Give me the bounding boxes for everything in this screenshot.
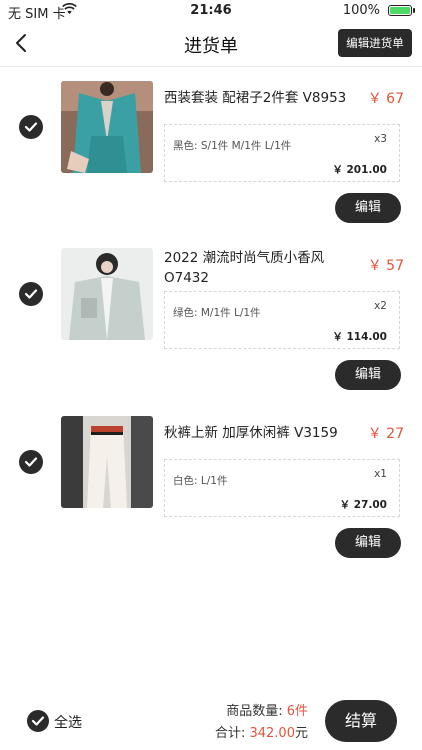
checkmark-icon (31, 716, 45, 726)
order-item: 2022 潮流时尚气质小香风 O7432 ￥ 57 绿色: M/1件 L/1件 … (0, 248, 422, 418)
quantity: x1 (374, 468, 387, 480)
item-count-label: 商品数量: (226, 704, 287, 719)
item-count-value: 6件 (286, 704, 308, 719)
total-unit: 元 (294, 726, 308, 741)
status-bar: 无 SIM 卡 21:46 100% (0, 0, 422, 22)
select-all-label: 全选 (54, 715, 82, 731)
edit-item-button[interactable]: 编辑 (335, 360, 401, 390)
item-checkbox[interactable] (19, 282, 43, 306)
quantity: x2 (374, 300, 387, 312)
battery-icon (388, 5, 415, 16)
quantity: x3 (374, 133, 387, 145)
checkmark-icon (24, 289, 38, 299)
subtotal: ￥ 114.00 (332, 331, 387, 343)
spec-label: 白色: L/1件 (173, 475, 228, 487)
product-image[interactable] (61, 81, 153, 173)
product-name: 秋裤上新 加厚休闲裤 V3159 (164, 425, 338, 441)
edit-order-button[interactable]: 编辑进货单 (338, 29, 412, 57)
product-image[interactable] (61, 416, 153, 508)
product-name: 西装套装 配裙子2件套 V8953 (164, 90, 347, 106)
battery-percentage: 100% (342, 3, 380, 18)
order-total: 合计: 342.00元 (215, 722, 308, 741)
checkmark-icon (24, 122, 38, 132)
checkout-bar: 全选 商品数量: 6件 合计: 342.00元 结算 (0, 686, 422, 750)
product-name: 2022 潮流时尚气质小香风 O7432 (164, 250, 325, 286)
total-value: 342.00 (249, 726, 295, 741)
product-price: ￥ 57 (367, 258, 404, 274)
total-label: 合计: (214, 726, 250, 741)
item-checkbox[interactable] (19, 115, 43, 139)
edit-item-button[interactable]: 编辑 (335, 193, 401, 223)
select-all-checkbox[interactable] (27, 710, 49, 732)
order-item: 西装套装 配裙子2件套 V8953 ￥ 67 黑色: S/1件 M/1件 L/1… (0, 81, 422, 251)
subtotal: ￥ 201.00 (332, 164, 387, 176)
spec-label: 黑色: S/1件 M/1件 L/1件 (173, 140, 292, 152)
subtotal: ￥ 27.00 (339, 499, 387, 511)
order-item: 秋裤上新 加厚休闲裤 V3159 ￥ 27 白色: L/1件 x1 ￥ 27.0… (0, 416, 422, 586)
product-price: ￥ 67 (367, 91, 404, 107)
spec-label: 绿色: M/1件 L/1件 (173, 307, 261, 319)
select-all-toggle[interactable]: 全选 (27, 710, 107, 734)
product-price: ￥ 27 (367, 426, 404, 442)
checkmark-icon (24, 457, 38, 467)
item-checkbox[interactable] (19, 450, 43, 474)
navigation-bar: 进货单 编辑进货单 (0, 22, 422, 67)
checkout-button[interactable]: 结算 (325, 700, 397, 742)
spec-box: 黑色: S/1件 M/1件 L/1件 x3 ￥ 201.00 (164, 124, 400, 182)
spec-box: 白色: L/1件 x1 ￥ 27.00 (164, 459, 400, 517)
item-count: 商品数量: 6件 (226, 700, 308, 719)
spec-box: 绿色: M/1件 L/1件 x2 ￥ 114.00 (164, 291, 400, 349)
product-image[interactable] (61, 248, 153, 340)
edit-item-button[interactable]: 编辑 (335, 528, 401, 558)
